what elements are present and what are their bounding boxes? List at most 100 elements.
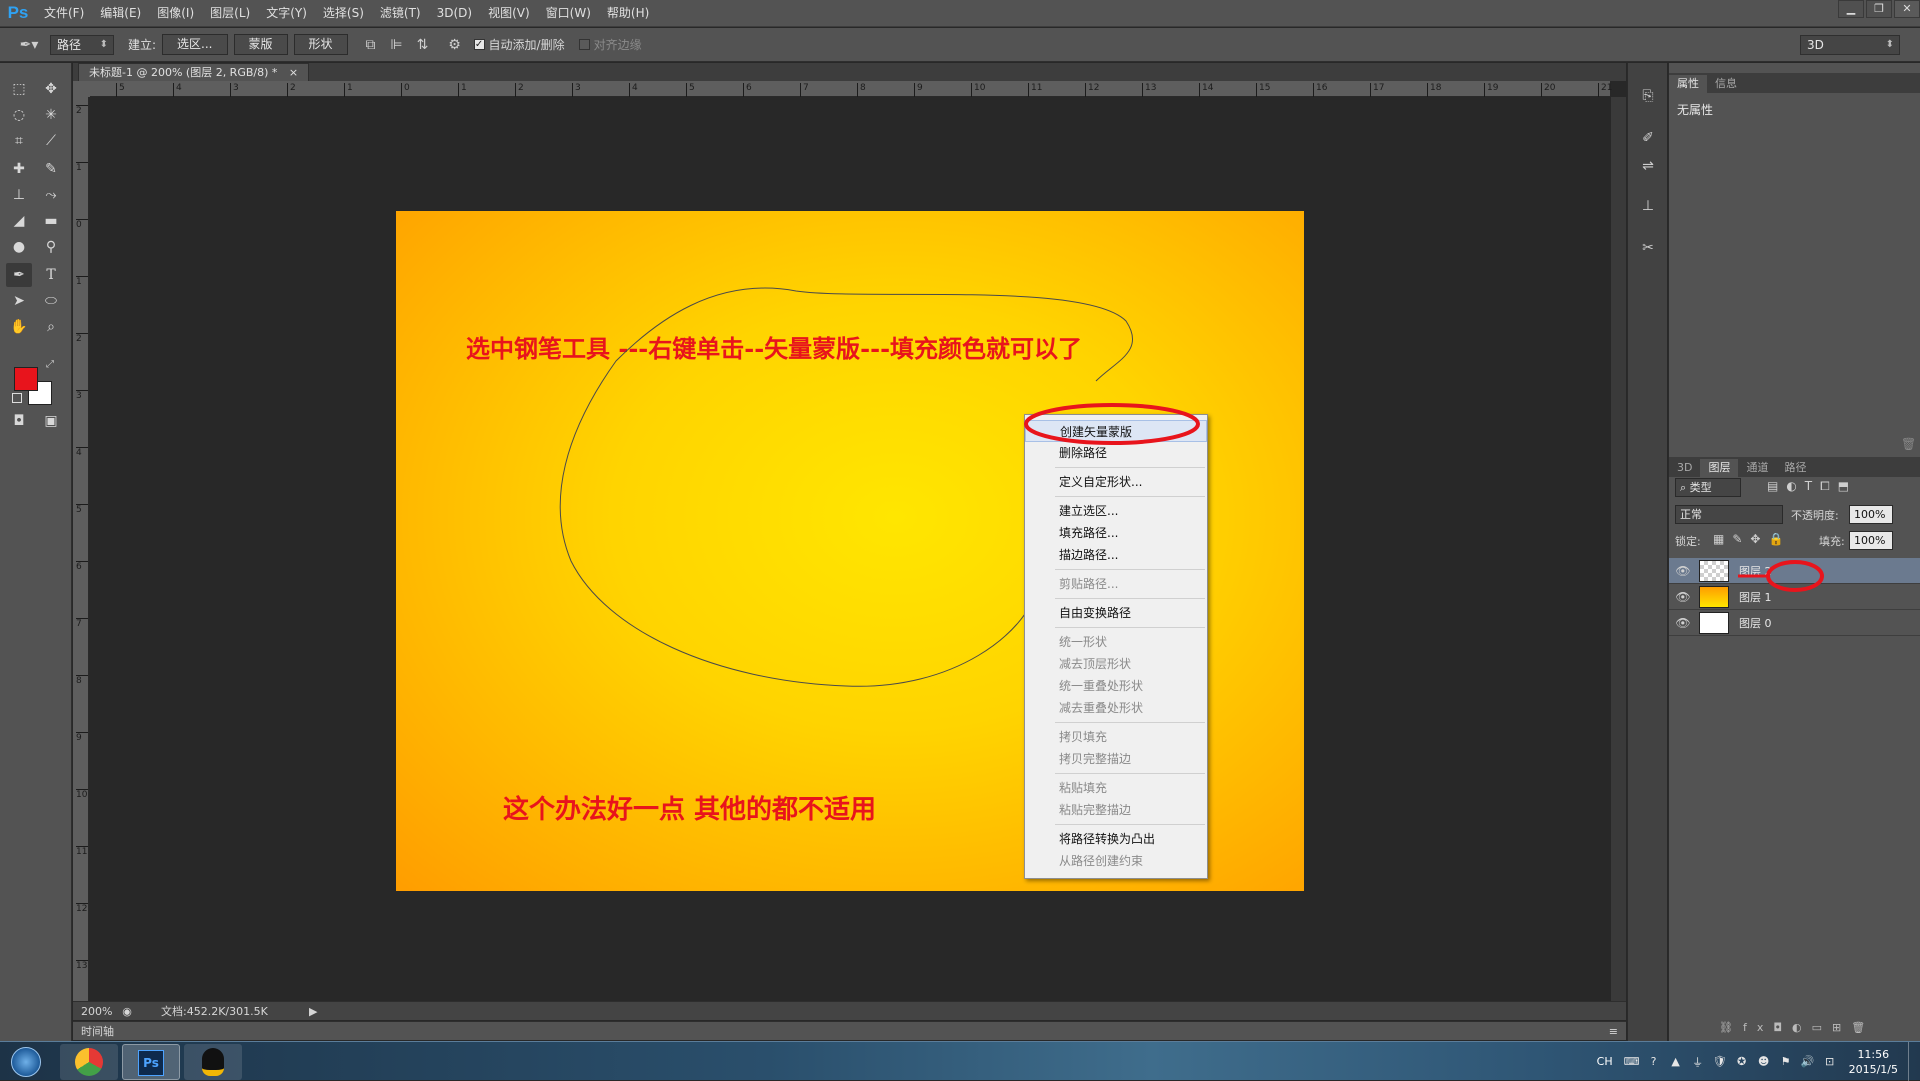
menu-item-2[interactable]: 图像(I) <box>149 0 202 27</box>
start-button[interactable] <box>6 1044 46 1080</box>
document-tab[interactable]: 未标题-1 @ 200% (图层 2, RGB/8) * × <box>78 63 310 81</box>
move-tool-icon[interactable]: ✥ <box>38 77 64 101</box>
eyedropper-tool-icon[interactable]: ⟋ <box>38 129 64 153</box>
tab-properties[interactable]: 属性 <box>1669 75 1707 93</box>
qq-tray-icon[interactable]: ☻ <box>1755 1055 1773 1068</box>
tab-info[interactable]: 信息 <box>1707 75 1745 93</box>
quick-mask-icon[interactable]: ◘ <box>6 409 32 433</box>
ruler-left[interactable]: 2 1 0 1 2 3 4 5 6 7 8 9 10 11 12 13 <box>73 97 89 1007</box>
menu-item-5[interactable]: 选择(S) <box>315 0 372 27</box>
context-menu-item[interactable]: 删除路径 <box>1025 442 1207 464</box>
security-shield-icon[interactable]: 🛡 <box>1711 1055 1729 1068</box>
adjustments-panel-icon[interactable]: ⇌ <box>1634 153 1662 179</box>
clone-stamp-icon[interactable]: ⊥ <box>6 183 32 207</box>
tab-paths[interactable]: 路径 <box>1776 459 1814 477</box>
tool-presets-panel-icon[interactable]: ✂ <box>1634 235 1662 261</box>
close-tab-icon[interactable]: × <box>289 66 298 79</box>
history-brush-icon[interactable]: ⤳ <box>38 183 64 207</box>
default-colors-icon[interactable] <box>12 393 22 403</box>
clock[interactable]: 11:56 2015/1/5 <box>1849 1047 1898 1077</box>
flag-icon[interactable]: ⚑ <box>1777 1055 1795 1068</box>
layer-filter-select[interactable]: ⌕ 类型 <box>1675 478 1741 497</box>
lock-icons[interactable]: ▦✎✥🔒 <box>1713 532 1791 546</box>
eraser-tool-icon[interactable]: ◢ <box>6 209 32 233</box>
eye-icon[interactable]: 👁 <box>1669 564 1697 578</box>
timeline-panel-bar[interactable]: 时间轴 ≡ <box>73 1021 1626 1040</box>
show-desktop-button[interactable] <box>1908 1042 1920 1081</box>
menu-item-0[interactable]: 文件(F) <box>36 0 92 27</box>
context-menu-item[interactable]: 定义自定形状... <box>1025 471 1207 493</box>
taskbar-chrome[interactable] <box>60 1044 118 1080</box>
ruler-top[interactable]: 5 4 3 2 1 0 1 2 3 4 5 6 7 8 9 10 11 12 13 14 15 16 17 18 19 20 21 <box>90 81 1612 97</box>
restore-icon[interactable]: ❐ <box>1866 0 1892 18</box>
path-arrangement-icon[interactable]: ⇅ <box>412 34 434 56</box>
volume-icon[interactable]: 🔊 <box>1799 1055 1817 1068</box>
taskbar-qq[interactable] <box>184 1044 242 1080</box>
status-menu-icon[interactable]: ◉ <box>117 1005 137 1018</box>
zoom-level[interactable]: 200% <box>73 1005 117 1018</box>
crop-tool-icon[interactable]: ⌗ <box>6 129 32 153</box>
swap-colors-icon[interactable]: ⤢ <box>46 359 54 370</box>
opacity-input[interactable]: 100% <box>1849 505 1893 524</box>
path-operations-icon[interactable]: ⧉ <box>360 34 382 56</box>
make-selection-button[interactable]: 选区... <box>162 34 228 55</box>
vertical-scrollbar[interactable] <box>1611 97 1626 1007</box>
context-menu-item[interactable]: 自由变换路径 <box>1025 602 1207 624</box>
workspace-select[interactable]: 3D <box>1800 35 1900 55</box>
layer-row[interactable]: 👁 图层 0 <box>1669 610 1920 636</box>
eye-icon[interactable]: 👁 <box>1669 590 1697 604</box>
close-icon[interactable]: ✕ <box>1894 0 1920 18</box>
pen-mode-select[interactable]: 路径 <box>50 34 114 55</box>
layer-row[interactable]: 👁 图层 1 <box>1669 584 1920 610</box>
network-icon[interactable]: ⊡ <box>1821 1055 1839 1068</box>
panel-menu-icon[interactable]: ≡ <box>1609 1022 1618 1041</box>
minimize-icon[interactable]: ▁ <box>1838 0 1864 18</box>
brush-panel-icon[interactable]: ✐ <box>1634 125 1662 151</box>
menu-item-7[interactable]: 3D(D) <box>429 0 480 27</box>
menu-item-9[interactable]: 窗口(W) <box>538 0 599 27</box>
context-menu-item[interactable]: 将路径转换为凸出 <box>1025 828 1207 850</box>
lasso-tool-icon[interactable]: ◌ <box>6 103 32 127</box>
history-panel-icon[interactable]: ⎘ <box>1634 83 1662 109</box>
make-shape-button[interactable]: 形状 <box>293 34 348 55</box>
foreground-color-swatch[interactable] <box>14 367 38 391</box>
menu-item-10[interactable]: 帮助(H) <box>599 0 657 27</box>
pen-tool-preset-icon[interactable]: ✒▾ <box>18 34 40 56</box>
clone-source-panel-icon[interactable]: ⊥ <box>1634 193 1662 219</box>
context-menu-item[interactable]: 建立选区... <box>1025 500 1207 522</box>
gear-icon[interactable]: ⚙ <box>444 34 466 56</box>
zoom-tool-icon[interactable]: ⌕ <box>38 315 64 339</box>
pen-tool-icon[interactable]: ✒ <box>6 263 32 287</box>
path-alignment-icon[interactable]: ⊫ <box>386 34 408 56</box>
context-menu-item[interactable]: 填充路径... <box>1025 522 1207 544</box>
hand-tool-icon[interactable]: ✋ <box>6 315 32 339</box>
auto-add-delete-checkbox[interactable]: ✓ 自动添加/删除 <box>473 36 565 53</box>
menu-item-6[interactable]: 滤镜(T) <box>372 0 429 27</box>
taskbar-photoshop[interactable]: Ps <box>122 1044 180 1080</box>
align-edges-checkbox[interactable]: 对齐边缘 <box>578 36 642 53</box>
status-arrow-icon[interactable]: ▶ <box>309 1005 317 1018</box>
keyboard-icon[interactable]: ⌨ <box>1623 1055 1641 1068</box>
blend-mode-select[interactable]: 正常 <box>1675 505 1783 524</box>
sync-icon[interactable]: ✪ <box>1733 1055 1751 1068</box>
eye-icon[interactable]: 👁 <box>1669 616 1697 630</box>
layer-row[interactable]: 👁 图层 2 <box>1669 558 1920 584</box>
context-menu-item[interactable]: 描边路径... <box>1025 544 1207 566</box>
blur-tool-icon[interactable]: ● <box>6 235 32 259</box>
make-mask-button[interactable]: 蒙版 <box>233 34 288 55</box>
ellipse-shape-icon[interactable]: ⬭ <box>38 289 64 313</box>
marquee-tool-icon[interactable]: ⬚ <box>6 77 32 101</box>
menu-item-1[interactable]: 编辑(E) <box>92 0 149 27</box>
properties-trash-icon[interactable]: 🗑 <box>1901 437 1916 451</box>
context-menu-item[interactable]: 创建矢量蒙版 <box>1025 420 1207 442</box>
screen-mode-icon[interactable]: ▣ <box>38 409 64 433</box>
menu-item-3[interactable]: 图层(L) <box>202 0 258 27</box>
usb-icon[interactable]: ⏚ <box>1689 1054 1707 1070</box>
type-tool-icon[interactable]: T <box>38 263 64 287</box>
dodge-tool-icon[interactable]: ⚲ <box>38 235 64 259</box>
menu-item-8[interactable]: 视图(V) <box>480 0 538 27</box>
tab-layers[interactable]: 图层 <box>1700 459 1739 477</box>
tray-expand-icon[interactable]: ▲ <box>1667 1055 1685 1068</box>
help-icon[interactable]: ? <box>1645 1055 1663 1068</box>
menu-item-4[interactable]: 文字(Y) <box>258 0 315 27</box>
